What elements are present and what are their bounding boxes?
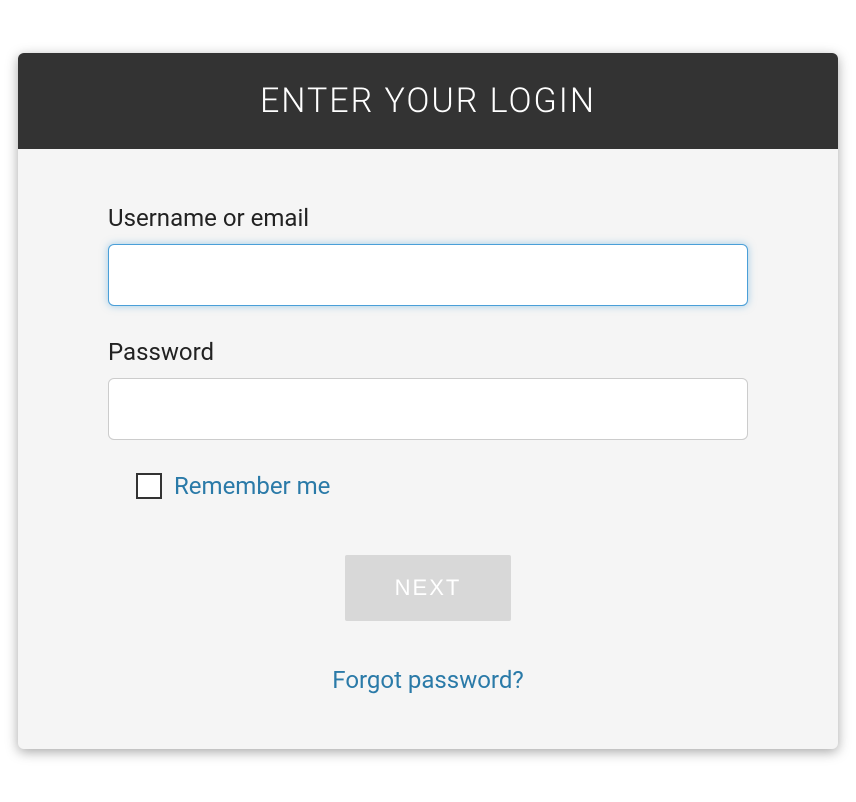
- password-field-group: Password: [108, 338, 748, 440]
- login-body: Username or email Password Remember me N…: [18, 149, 838, 749]
- remember-label[interactable]: Remember me: [174, 472, 330, 500]
- password-label: Password: [108, 338, 748, 366]
- remember-checkbox[interactable]: [136, 473, 162, 499]
- forgot-row: Forgot password?: [108, 666, 748, 709]
- login-header-title: ENTER YOUR LOGIN: [18, 53, 838, 149]
- remember-row: Remember me: [108, 472, 748, 500]
- username-label: Username or email: [108, 204, 748, 232]
- button-row: NEXT: [108, 555, 748, 621]
- password-input[interactable]: [108, 378, 748, 440]
- login-card: ENTER YOUR LOGIN Username or email Passw…: [18, 53, 838, 749]
- username-input[interactable]: [108, 244, 748, 306]
- forgot-password-link[interactable]: Forgot password?: [332, 666, 523, 694]
- next-button[interactable]: NEXT: [345, 555, 512, 621]
- username-field-group: Username or email: [108, 204, 748, 306]
